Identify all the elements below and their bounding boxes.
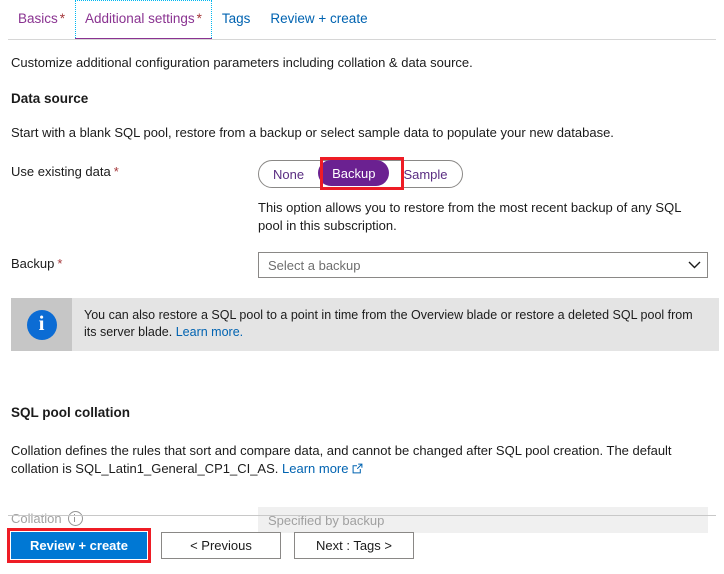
tab-tags-label: Tags	[221, 11, 251, 26]
tab-additional-settings-label: Additional settings	[85, 11, 195, 26]
wizard-footer: Review + create < Previous Next : Tags >	[0, 516, 724, 574]
use-existing-data-label-text: Use existing data	[11, 164, 111, 179]
backup-dropdown[interactable]: Select a backup	[258, 252, 708, 278]
toggle-option-sample[interactable]: Sample	[389, 161, 461, 187]
tab-basics-required-marker: *	[59, 11, 66, 26]
backup-control: Select a backup	[258, 252, 716, 278]
page-intro-text: Customize additional configuration param…	[11, 55, 473, 70]
toggle-option-none[interactable]: None	[259, 161, 318, 187]
sql-pool-collation-description: Collation defines the rules that sort an…	[11, 442, 683, 479]
backup-label: Backup *	[8, 252, 258, 271]
backup-dropdown-placeholder: Select a backup	[268, 257, 361, 273]
backup-label-text: Backup	[11, 256, 55, 271]
tab-tags[interactable]: Tags	[212, 0, 261, 40]
data-source-heading: Data source	[11, 91, 89, 106]
use-existing-data-control: None Backup Sample This option allows yo…	[258, 157, 716, 235]
use-existing-data-required-marker: *	[113, 164, 119, 179]
previous-button[interactable]: < Previous	[161, 531, 281, 559]
use-existing-data-row: Use existing data * None Backup Sample Th…	[8, 157, 716, 235]
tab-additional-settings[interactable]: Additional settings *	[75, 0, 212, 40]
backup-required-marker: *	[57, 256, 63, 271]
use-existing-data-toggle-group[interactable]: None Backup Sample	[258, 160, 463, 188]
tab-basics-label: Basics	[18, 11, 58, 26]
tab-basics[interactable]: Basics *	[8, 0, 75, 40]
review-create-button-wrap: Review + create	[7, 527, 151, 563]
tab-review-create[interactable]: Review + create	[260, 0, 377, 40]
external-link-icon	[352, 461, 363, 479]
sql-pool-collation-heading: SQL pool collation	[11, 405, 131, 420]
use-existing-data-label: Use existing data *	[8, 160, 258, 179]
tab-additional-settings-required-marker: *	[196, 11, 202, 26]
collation-learn-more-link[interactable]: Learn more	[282, 461, 362, 476]
review-create-button[interactable]: Review + create	[11, 531, 147, 559]
info-icon: i	[26, 309, 57, 340]
toggle-option-backup[interactable]: Backup	[318, 160, 390, 186]
chevron-down-icon	[681, 253, 707, 277]
additional-settings-form: Customize additional configuration param…	[0, 40, 724, 533]
info-banner-learn-more-link[interactable]: Learn more.	[176, 325, 243, 339]
tab-review-create-label: Review + create	[270, 11, 368, 26]
info-banner-icon-column: i	[11, 298, 72, 351]
use-existing-data-option-description: This option allows you to restore from t…	[258, 200, 681, 233]
next-tags-button[interactable]: Next : Tags >	[294, 531, 414, 559]
data-source-description: Start with a blank SQL pool, restore fro…	[11, 125, 614, 140]
info-banner-text: You can also restore a SQL pool to a poi…	[72, 298, 719, 351]
backup-row: Backup * Select a backup	[8, 252, 716, 278]
restore-info-banner: i You can also restore a SQL pool to a p…	[11, 298, 719, 351]
collation-learn-more-label: Learn more	[282, 461, 349, 476]
wizard-tabs: Basics * Additional settings * Tags Review…	[8, 0, 378, 40]
wizard-tab-strip: Basics * Additional settings * Tags Review…	[0, 0, 724, 40]
